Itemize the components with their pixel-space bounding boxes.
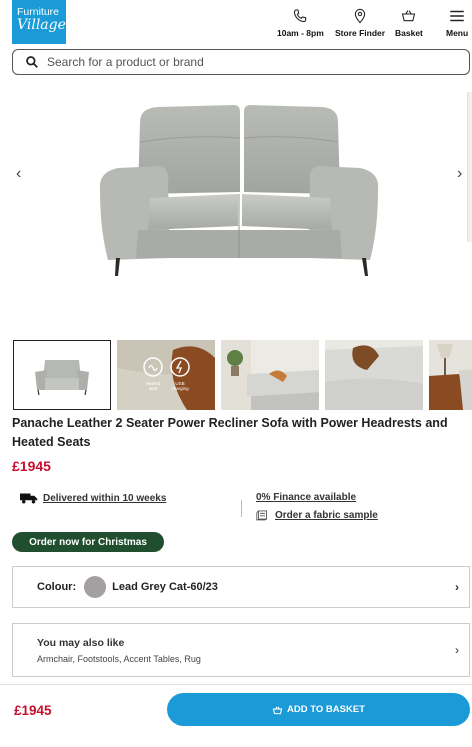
menu-label: Menu — [446, 28, 469, 38]
basket-label: Basket — [395, 28, 423, 38]
opening-hours-label: 10am - 8pm — [277, 28, 324, 38]
search-icon[interactable] — [25, 55, 39, 69]
colour-selector[interactable]: Colour: Lead Grey Cat-60/23 › — [12, 566, 470, 608]
thumbnail-1-image — [13, 340, 111, 410]
thumbnail-3[interactable] — [221, 340, 319, 410]
thumbnail-5[interactable] — [429, 340, 472, 410]
colour-swatch — [84, 576, 107, 598]
opening-hours-link[interactable]: 10am - 8pm — [277, 8, 324, 38]
also-like-panel[interactable]: You may also like Armchair, Footstools, … — [12, 623, 470, 677]
logo-text-line2: Village — [17, 17, 66, 33]
chevron-right-icon: › — [455, 643, 459, 657]
search-bar — [12, 49, 470, 75]
thumbnail-2[interactable]: Heated seat USB charging — [117, 340, 215, 410]
chevron-left-icon[interactable]: ‹ — [16, 165, 21, 183]
thumbnail-4-image — [325, 340, 423, 410]
also-like-items: Armchair, Footstools, Accent Tables, Rug — [37, 654, 201, 664]
basket-icon — [272, 706, 283, 714]
delivery-link[interactable]: Delivered within 10 weeks — [43, 493, 166, 504]
furniture-village-logo[interactable]: Furniture Village — [12, 0, 66, 44]
location-pin-icon — [354, 8, 366, 24]
product-main-image[interactable] — [0, 80, 472, 336]
thumbnail-3-image — [221, 340, 319, 410]
delivery-info: Delivered within 10 weeks — [20, 492, 166, 504]
next-image-peek — [467, 92, 472, 242]
header: Furniture Village 10am - 8pm Store Finde… — [0, 0, 472, 46]
phone-icon — [294, 9, 307, 23]
footer-price: £1945 — [14, 703, 52, 718]
product-title: Panache Leather 2 Seater Power Recliner … — [12, 416, 448, 449]
chevron-right-icon: › — [455, 580, 459, 594]
colour-value: Lead Grey Cat-60/23 — [112, 581, 218, 593]
also-like-title: You may also like — [37, 637, 125, 649]
thumbnail-4[interactable] — [325, 340, 423, 410]
product-price: £1945 — [12, 458, 51, 474]
menu-button[interactable]: Menu — [446, 8, 468, 38]
divider — [241, 500, 242, 517]
svg-text:charging: charging — [171, 386, 189, 391]
svg-text:seat: seat — [149, 386, 158, 391]
basket-icon — [402, 10, 416, 22]
delivery-truck-icon — [20, 493, 38, 504]
sticky-footer: £1945 ADD TO BASKET — [0, 684, 472, 747]
hamburger-menu-icon — [450, 10, 464, 22]
search-input[interactable] — [47, 55, 469, 69]
thumbnail-strip: Heated seat USB charging — [13, 340, 472, 410]
store-finder-label: Store Finder — [335, 28, 386, 38]
add-to-basket-button[interactable]: ADD TO BASKET — [167, 693, 470, 726]
thumbnail-1[interactable] — [13, 340, 111, 410]
fabric-sample-link[interactable]: Order a fabric sample — [275, 510, 378, 521]
add-to-basket-label: ADD TO BASKET — [287, 704, 365, 715]
thumbnail-5-image — [429, 340, 472, 410]
thumbnail-2-image: Heated seat USB charging — [117, 340, 215, 410]
finance-link[interactable]: 0% Finance available — [256, 492, 356, 503]
basket-link[interactable]: Basket — [395, 8, 423, 38]
finance-info: 0% Finance available — [256, 492, 356, 503]
store-finder-link[interactable]: Store Finder — [335, 8, 385, 38]
colour-label: Colour: — [37, 581, 77, 593]
fabric-sample-info: Order a fabric sample — [256, 509, 378, 521]
chevron-right-icon[interactable]: › — [457, 165, 462, 183]
fabric-swatch-icon — [256, 510, 268, 521]
christmas-badge: Order now for Christmas — [12, 532, 164, 552]
